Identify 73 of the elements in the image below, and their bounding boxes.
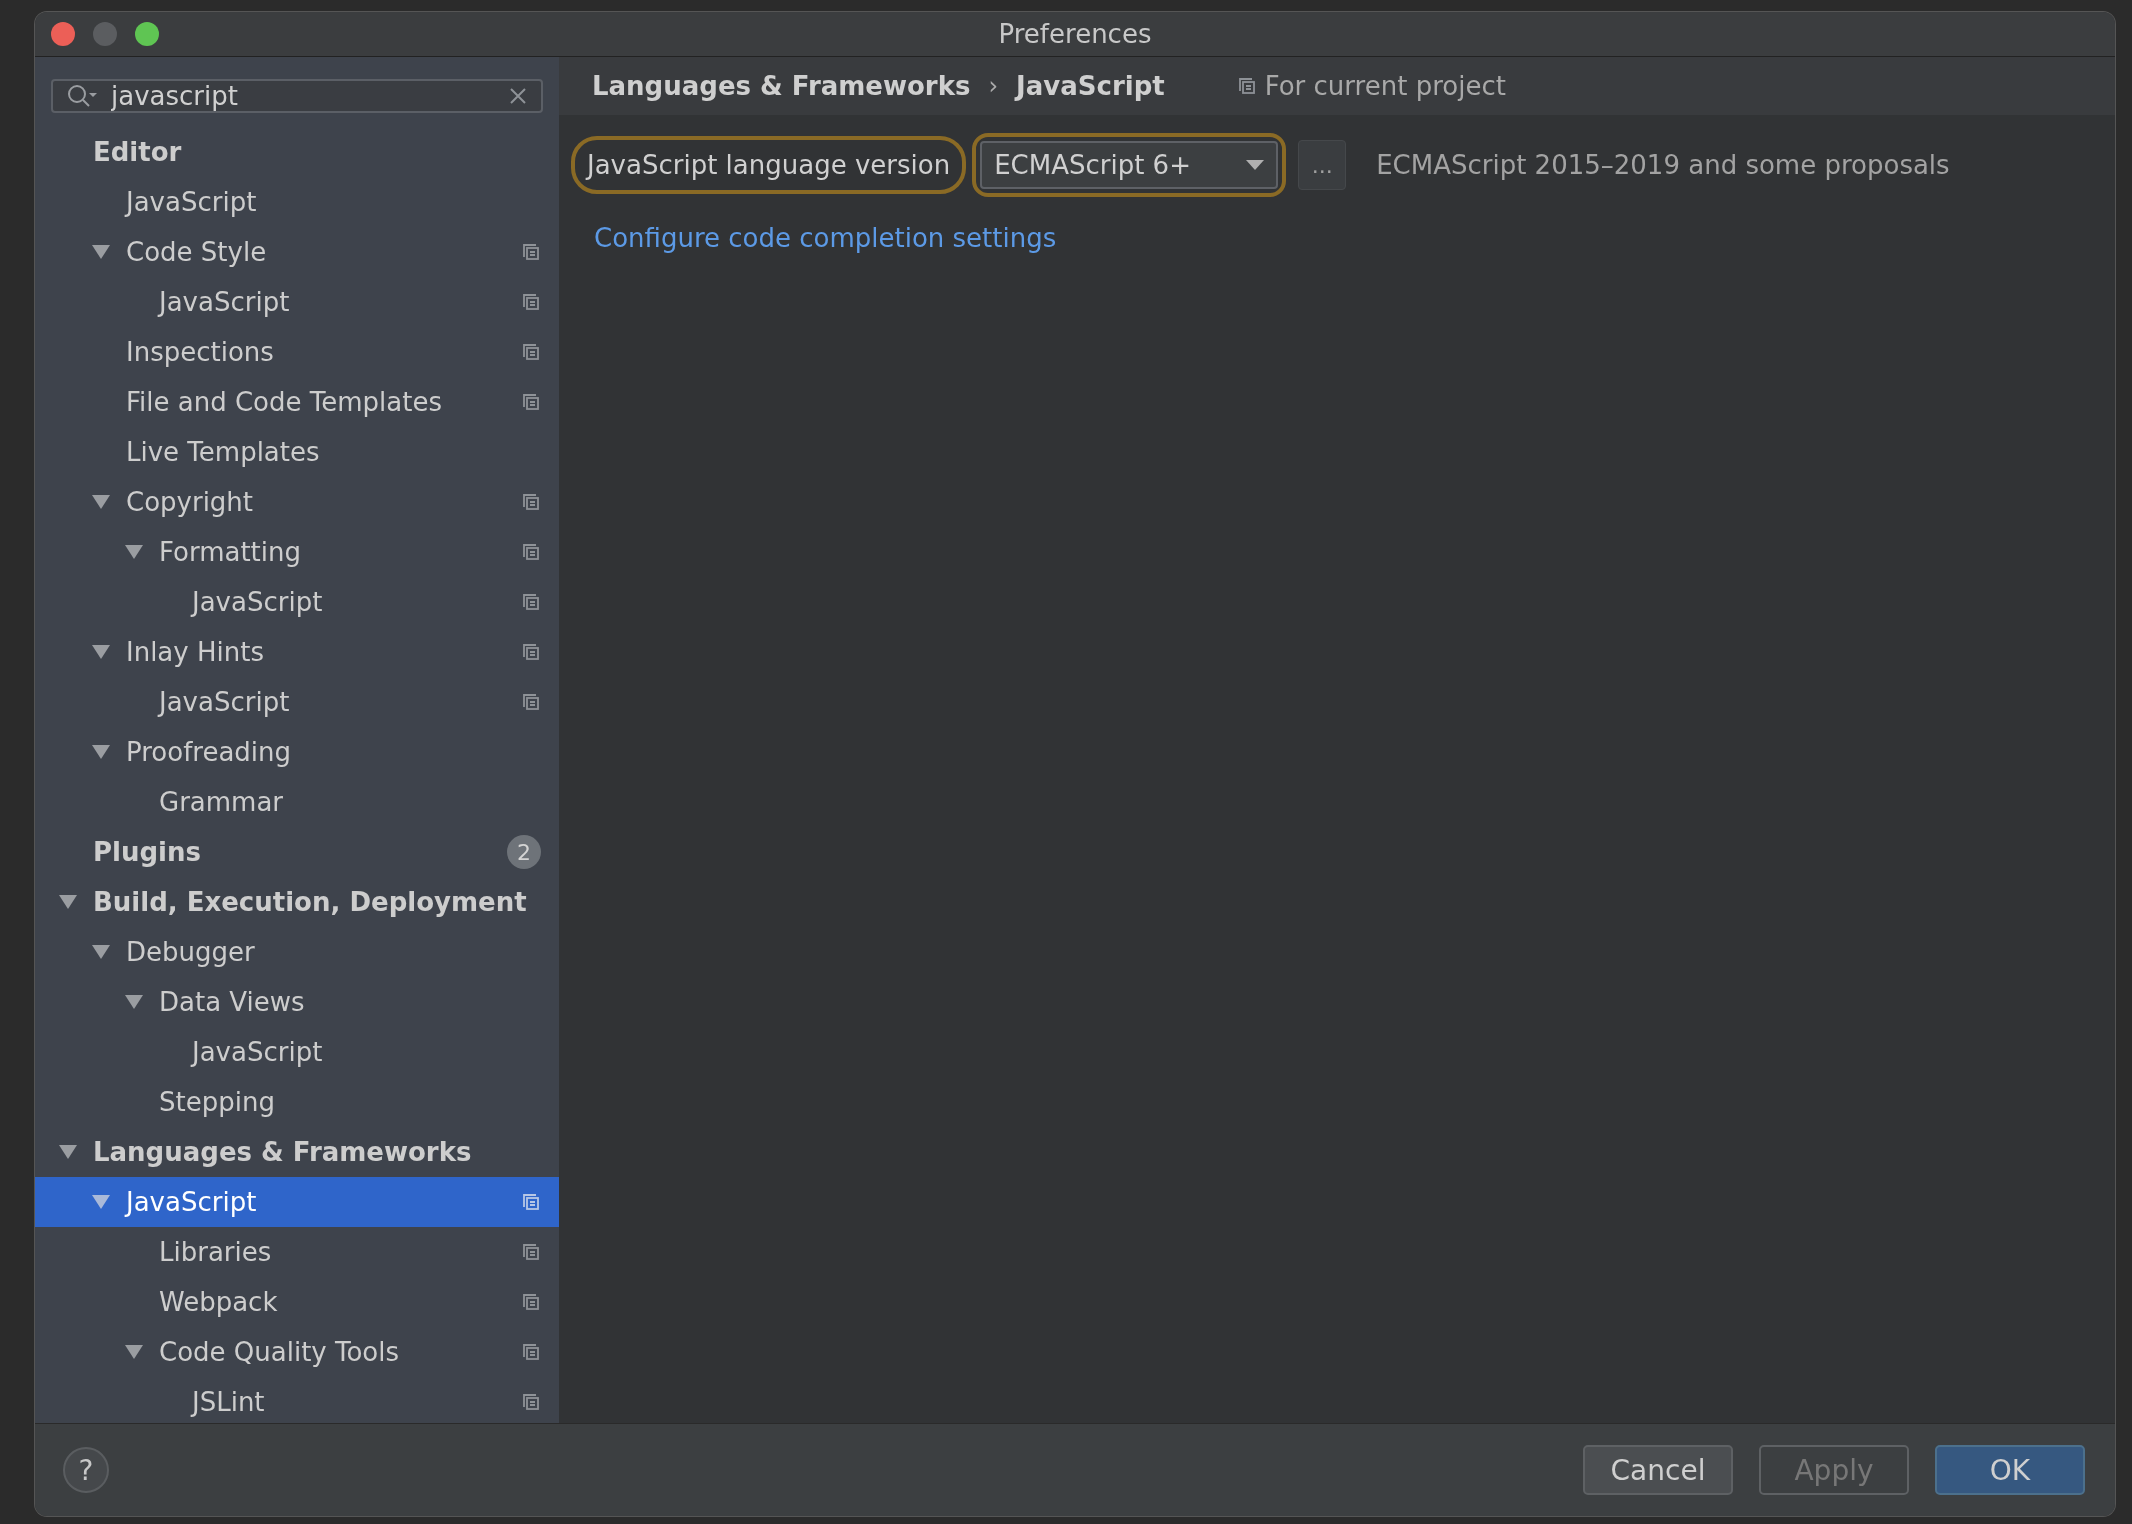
tree-item[interactable]: Inlay Hints [35, 627, 559, 677]
count-badge: 2 [507, 835, 541, 869]
search-box[interactable]: javascript [51, 79, 543, 113]
expanded-triangle-icon[interactable] [92, 244, 110, 260]
tree-item[interactable]: File and Code Templates [35, 377, 559, 427]
search-field[interactable]: javascript [111, 81, 497, 111]
copy-icon [521, 1342, 541, 1362]
copy-icon [521, 1292, 541, 1312]
tree-item[interactable]: Copyright [35, 477, 559, 527]
scope-note: For current project [1264, 71, 1506, 101]
tree-item[interactable]: Webpack [35, 1277, 559, 1327]
clear-icon[interactable] [509, 87, 527, 105]
expanded-triangle-icon[interactable] [92, 644, 110, 660]
copy-icon [521, 1392, 541, 1412]
copy-icon [521, 1192, 541, 1212]
tree-item[interactable]: Grammar [35, 777, 559, 827]
help-button[interactable]: ? [63, 1447, 109, 1493]
copy-icon [521, 642, 541, 662]
tree-item[interactable]: JavaScript [35, 577, 559, 627]
copy-icon [521, 692, 541, 712]
tree-item[interactable]: JSLint [35, 1377, 559, 1423]
tree-item[interactable]: Stepping [35, 1077, 559, 1127]
tree-item[interactable]: Languages & Frameworks [35, 1127, 559, 1177]
breadcrumb-separator: › [988, 72, 999, 100]
tree-item[interactable]: Build, Execution, Deployment [35, 877, 559, 927]
breadcrumb-item: JavaScript [1016, 71, 1165, 101]
version-dropdown[interactable]: ECMAScript 6+ [980, 141, 1279, 189]
copy-icon [521, 542, 541, 562]
tree-item[interactable]: Formatting [35, 527, 559, 577]
expanded-triangle-icon[interactable] [92, 494, 110, 510]
tree-item[interactable]: Debugger [35, 927, 559, 977]
expanded-triangle-icon[interactable] [125, 544, 143, 560]
copy-icon [521, 492, 541, 512]
dropdown-arrow-icon [1246, 160, 1265, 170]
tree-item[interactable]: JavaScript [35, 1027, 559, 1077]
tree-item[interactable]: Live Templates [35, 427, 559, 477]
expanded-triangle-icon[interactable] [125, 1344, 143, 1360]
more-button[interactable]: ... [1298, 140, 1347, 190]
tree-item[interactable]: Code Style [35, 227, 559, 277]
window-title: Preferences [997, 19, 1153, 49]
tree-item[interactable]: Editor [35, 127, 559, 177]
tree-item[interactable]: Code Quality Tools [35, 1327, 559, 1377]
tree-item[interactable]: Proofreading [35, 727, 559, 777]
copy-icon [521, 292, 541, 312]
settings-link[interactable]: Configure code completion settings [594, 223, 1057, 253]
tree-item[interactable]: JavaScript [35, 177, 559, 227]
expanded-triangle-icon[interactable] [59, 894, 77, 910]
expanded-triangle-icon[interactable] [92, 744, 110, 760]
tree-item[interactable]: JavaScript [35, 1177, 559, 1227]
tree-item[interactable]: JavaScript [35, 277, 559, 327]
copy-icon [1236, 76, 1257, 96]
setting-label: JavaScript language version [571, 136, 967, 194]
copy-icon [521, 242, 541, 262]
tree-item[interactable]: Data Views [35, 977, 559, 1027]
tree-item[interactable]: Inspections [35, 327, 559, 377]
close-button[interactable] [51, 22, 75, 46]
expanded-triangle-icon[interactable] [92, 944, 110, 960]
copy-icon [521, 342, 541, 362]
dialog-button[interactable]: Cancel [1583, 1445, 1733, 1495]
breadcrumb-item: Languages & Frameworks [592, 71, 971, 101]
dialog-button[interactable]: OK [1935, 1445, 2085, 1495]
copy-icon [521, 392, 541, 412]
tree-item[interactable]: Plugins 2 [35, 827, 559, 877]
copy-icon [521, 1242, 541, 1262]
zoom-button[interactable] [135, 22, 159, 46]
search-icon [67, 84, 99, 108]
tree-item[interactable]: Libraries [35, 1227, 559, 1277]
expanded-triangle-icon[interactable] [92, 1194, 110, 1210]
copy-icon [521, 592, 541, 612]
tree-item[interactable]: JavaScript [35, 677, 559, 727]
expanded-triangle-icon[interactable] [125, 994, 143, 1010]
version-description: ECMAScript 2015–2019 and some proposals [1376, 150, 1950, 180]
expanded-triangle-icon[interactable] [59, 1144, 77, 1160]
